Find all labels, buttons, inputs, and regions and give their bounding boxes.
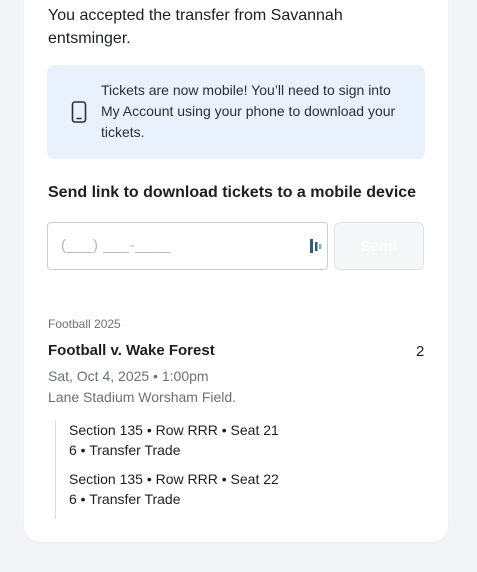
event-category: Football 2025 [48,317,121,331]
ticket-list: Section 135 • Row RRR • Seat 21 6 • Tran… [55,420,356,519]
list-item: Section 135 • Row RRR • Seat 22 6 • Tran… [69,469,279,509]
list-item: Section 135 • Row RRR • Seat 21 6 • Tran… [69,420,279,460]
password-manager-icon[interactable] [309,238,323,254]
ticket-seat: Section 135 • Row RRR • Seat 22 [69,471,279,487]
ticket-detail: 6 • Transfer Trade [69,442,181,458]
mobile-tickets-banner: Tickets are now mobile! You’ll need to s… [47,65,425,159]
event-date: Sat, Oct 4, 2025 • 1:00pm [48,368,209,384]
send-link-heading: Send link to download tickets to a mobil… [48,184,417,201]
send-button[interactable]: Send [334,222,424,270]
event-title: Football v. Wake Forest [48,342,215,359]
mobile-tickets-banner-text: Tickets are now mobile! You’ll need to s… [101,82,396,140]
transfer-accepted-message: You accepted the transfer from Savannah … [48,7,343,47]
event-venue: Lane Stadium Worsham Field. [48,389,237,405]
ticket-detail: 6 • Transfer Trade [69,491,181,507]
mobile-phone-icon [71,101,87,123]
phone-number-input[interactable]: (___) ___-____ [47,222,328,270]
phone-number-placeholder: (___) ___-____ [61,237,171,254]
ticket-count: 2 [416,343,425,360]
ticket-seat: Section 135 • Row RRR • Seat 21 [69,422,279,438]
